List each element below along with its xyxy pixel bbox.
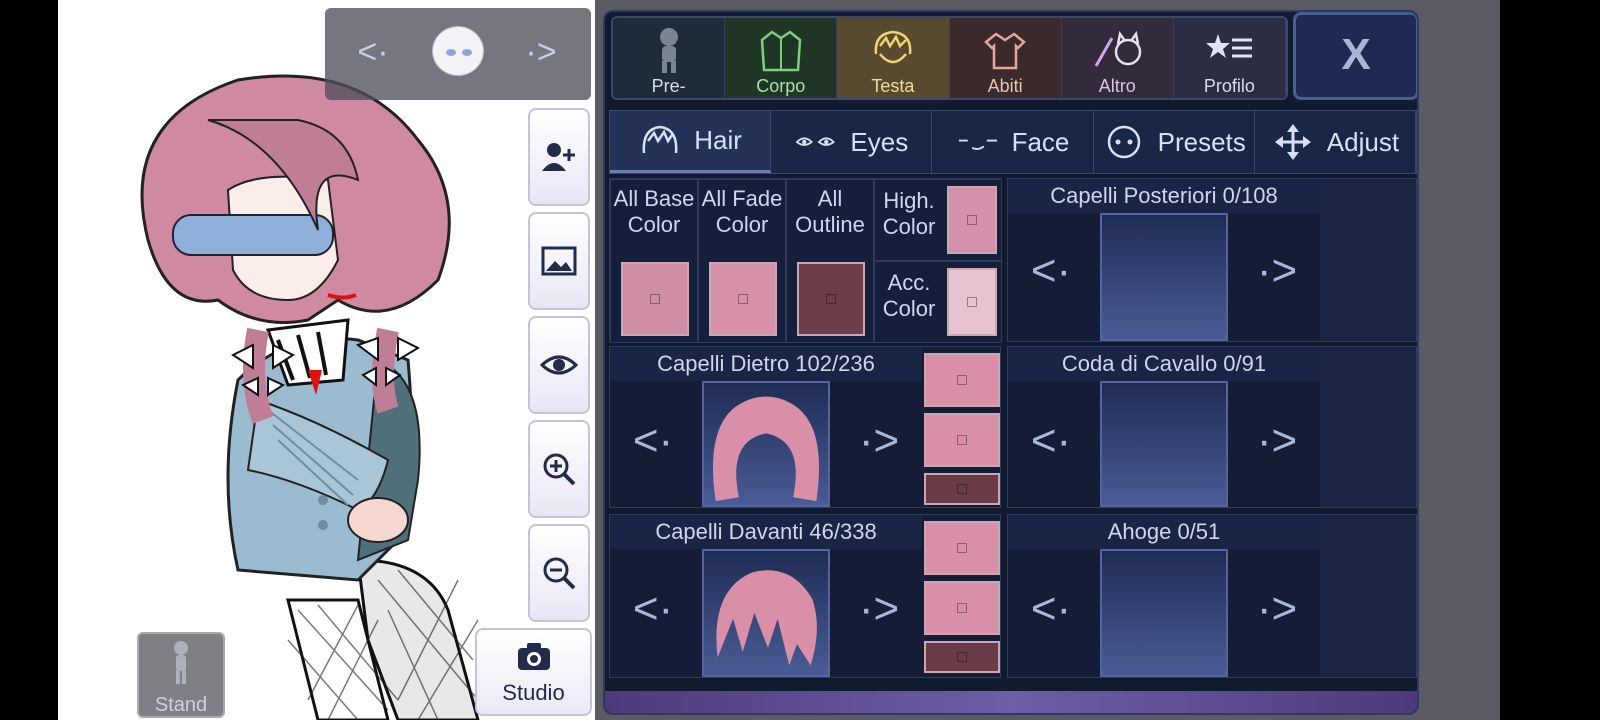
right-gutter [1420, 0, 1500, 720]
move-arrows-icon [1274, 124, 1311, 160]
color-controls: All Base Color All Fade Color All Outline H… [609, 178, 1002, 343]
slot-color-area [1320, 515, 1416, 677]
character-illustration [140, 74, 480, 720]
slot-ahoge: Ahoge 0/51 <· ·> [1007, 514, 1417, 678]
next-style-button[interactable]: ·> [1252, 419, 1302, 463]
zoom-in-button[interactable] [528, 420, 590, 518]
face-icon [958, 139, 997, 150]
all-base-color-swatch[interactable] [621, 262, 689, 336]
all-base-color: All Base Color [610, 179, 698, 343]
body-silhouette-icon [659, 28, 678, 73]
davanti-outline-swatch[interactable] [924, 641, 1000, 673]
style-preview[interactable] [1100, 381, 1228, 507]
prev-style-button[interactable]: <· [628, 587, 678, 631]
image-icon [541, 246, 577, 276]
tab-abiti[interactable]: Abiti [949, 18, 1062, 98]
style-preview[interactable] [702, 381, 830, 507]
add-character-button[interactable] [528, 108, 590, 206]
slot-title: Coda di Cavallo 0/91 [1008, 347, 1320, 381]
studio-label: Studio [502, 680, 565, 705]
davanti-fade-swatch[interactable] [924, 581, 1000, 635]
slot-color-area [1320, 347, 1416, 507]
jacket-icon [760, 30, 802, 72]
back-hair-preview [712, 396, 820, 502]
front-hair-preview [716, 570, 817, 666]
accessory-color: Acc. Color [874, 261, 1002, 343]
dietro-outline-swatch[interactable] [924, 473, 1000, 505]
subtab-presets[interactable]: Presets [1093, 111, 1255, 173]
next-style-button[interactable]: ·> [854, 587, 904, 631]
next-style-button[interactable]: ·> [1252, 587, 1302, 631]
head-subtabs: Hair Eyes Face Presets Adjust [609, 110, 1417, 174]
tab-profilo[interactable]: Profilo [1173, 18, 1286, 98]
slot-title: Capelli Davanti 46/338 [610, 515, 922, 549]
zoom-in-icon [543, 453, 576, 486]
slot-title: Capelli Posteriori 0/108 [1008, 179, 1320, 213]
visibility-button[interactable] [528, 316, 590, 414]
all-outline-swatch[interactable] [797, 262, 865, 336]
background-button[interactable] [528, 212, 590, 310]
panel-bottom-bar [605, 691, 1417, 713]
zoom-out-icon [543, 557, 576, 590]
highlight-color: High. Color [874, 179, 1002, 261]
tab-pre[interactable]: Pre- [613, 18, 726, 98]
standing-figure-icon [174, 641, 188, 684]
prev-style-button[interactable]: <· [628, 419, 678, 463]
prev-style-button[interactable]: <· [1026, 249, 1076, 293]
davanti-base-swatch[interactable] [924, 521, 1000, 575]
all-outline: All Outline [786, 179, 874, 343]
category-tabs: Pre- Corpo Testa Abiti Altro Profilo [611, 16, 1288, 100]
subtab-eyes[interactable]: Eyes [771, 111, 933, 173]
camera-icon [517, 643, 550, 670]
slot-coda-di-cavallo: Coda di Cavallo 0/91 <· ·> [1007, 346, 1417, 508]
slot-title: Ahoge 0/51 [1008, 515, 1320, 549]
next-style-button[interactable]: ·> [1252, 249, 1302, 293]
editor-panel: Pre- Corpo Testa Abiti Altro Profilo X H… [603, 10, 1419, 715]
prev-style-button[interactable]: <· [1026, 419, 1076, 463]
stand-label: Stand [154, 694, 208, 716]
previous-character-button[interactable]: <· [353, 32, 393, 72]
hair-icon [642, 125, 678, 153]
add-person-icon [542, 143, 575, 171]
close-button[interactable]: X [1293, 12, 1417, 100]
dietro-fade-swatch[interactable] [924, 413, 1000, 467]
slot-title: Capelli Dietro 102/236 [610, 347, 922, 381]
studio-button[interactable]: Studio [475, 628, 592, 716]
eyes-icon [795, 137, 836, 146]
hair-head-icon [874, 30, 912, 64]
character-selector: <· ·> [325, 8, 591, 100]
highlight-color-swatch[interactable] [947, 186, 997, 254]
eye-icon [539, 355, 579, 375]
dietro-base-swatch[interactable] [924, 353, 1000, 407]
slot-capelli-posteriori: Capelli Posteriori 0/108 <· ·> [1007, 178, 1417, 342]
sword-cat-icon [1094, 30, 1142, 67]
subtab-adjust[interactable]: Adjust [1254, 111, 1417, 173]
preset-face-icon [1107, 125, 1140, 159]
tab-altro[interactable]: Altro [1061, 18, 1174, 98]
tab-corpo[interactable]: Corpo [725, 18, 838, 98]
slot-capelli-dietro: Capelli Dietro 102/236 <· ·> [609, 346, 1001, 508]
stage-tools [528, 108, 590, 628]
tab-testa[interactable]: Testa [837, 18, 950, 98]
style-preview[interactable] [1100, 549, 1228, 677]
subtab-hair[interactable]: Hair [610, 111, 772, 173]
stand-pose-button[interactable]: Stand [137, 632, 225, 718]
style-preview[interactable] [702, 549, 830, 677]
all-fade-color: All Fade Color [698, 179, 786, 343]
style-preview[interactable] [1100, 213, 1228, 341]
next-style-button[interactable]: ·> [854, 419, 904, 463]
character-head-icon[interactable] [432, 26, 484, 76]
star-list-icon [1206, 34, 1253, 58]
all-fade-color-swatch[interactable] [709, 262, 777, 336]
slot-color-area [1320, 179, 1416, 341]
screen-edge [1500, 0, 1600, 720]
shirt-icon [984, 32, 1026, 70]
zoom-out-button[interactable] [528, 524, 590, 622]
next-character-button[interactable]: ·> [521, 32, 561, 72]
accessory-color-swatch[interactable] [947, 268, 997, 336]
character-stage[interactable]: <· ·> Stand [58, 0, 595, 720]
prev-style-button[interactable]: <· [1026, 587, 1076, 631]
subtab-face[interactable]: Face [932, 111, 1094, 173]
slot-capelli-davanti: Capelli Davanti 46/338 <· ·> [609, 514, 1001, 678]
